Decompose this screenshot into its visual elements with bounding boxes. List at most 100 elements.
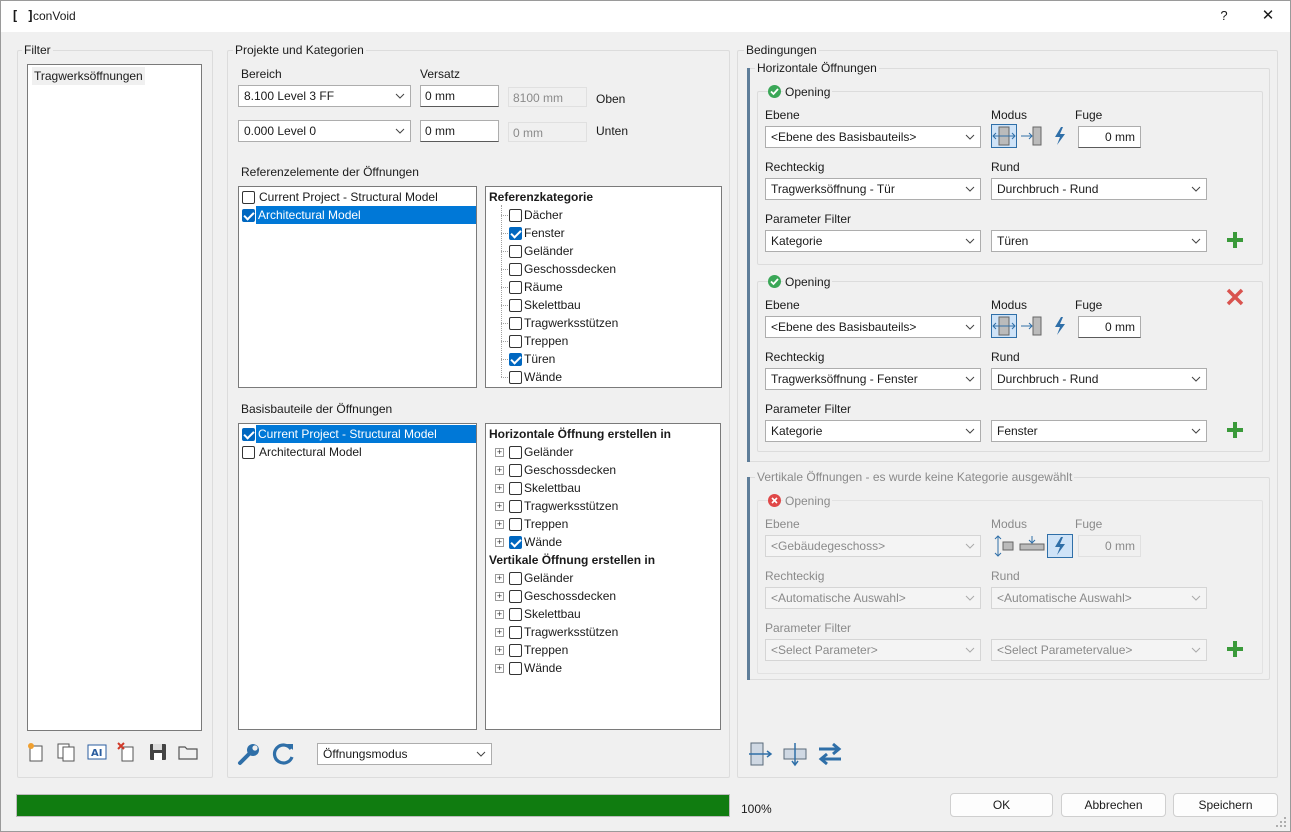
ref-category-checkbox[interactable] [509, 299, 522, 312]
expand-icon[interactable]: + [495, 646, 504, 655]
rechteckig-select[interactable]: Tragwerksöffnung - Tür [765, 178, 981, 200]
base-category-item[interactable]: Skelettbau [524, 605, 581, 623]
top-offset-input[interactable]: 0 mm [420, 85, 499, 107]
rund-select[interactable]: Durchbruch - Rund [991, 178, 1207, 200]
close-button[interactable]: ✕ [1256, 5, 1280, 27]
rename-filter-icon[interactable]: AI [86, 741, 108, 763]
ref-category-checkbox[interactable] [509, 263, 522, 276]
folder-icon[interactable] [177, 741, 199, 763]
base-category-checkbox[interactable] [509, 590, 522, 603]
param-select[interactable]: Kategorie [765, 420, 981, 442]
base-category-item[interactable]: Geschossdecken [524, 587, 616, 605]
base-category-checkbox[interactable] [509, 644, 522, 657]
ref-category-checkbox[interactable] [509, 353, 522, 366]
ref-category-checkbox[interactable] [509, 371, 522, 384]
swap-icon[interactable] [816, 741, 844, 767]
vertical-opening-tool-icon[interactable] [782, 741, 808, 767]
base-category-checkbox[interactable] [509, 464, 522, 477]
base-category-checkbox[interactable] [509, 482, 522, 495]
rechteckig-select[interactable]: Tragwerksöffnung - Fenster [765, 368, 981, 390]
resize-grip-icon[interactable] [1275, 816, 1287, 828]
base-category-checkbox[interactable] [509, 446, 522, 459]
ref-category-checkbox[interactable] [509, 245, 522, 258]
base-category-checkbox[interactable] [509, 662, 522, 675]
base-category-checkbox[interactable] [509, 518, 522, 531]
delete-filter-icon[interactable] [116, 741, 138, 763]
mode-horizontal-icon[interactable] [991, 124, 1017, 148]
fuge-input[interactable]: 0 mm [1078, 126, 1141, 148]
ref-category-item[interactable]: Treppen [524, 332, 568, 350]
mode-auto-icon[interactable] [1047, 534, 1073, 558]
ref-category-item[interactable]: Türen [524, 350, 555, 368]
save-icon[interactable] [147, 741, 169, 763]
ebene-select[interactable]: <Ebene des Basisbauteils> [765, 126, 981, 148]
base-category-item[interactable]: Geländer [524, 443, 573, 461]
base-model-item[interactable]: Architectural Model [257, 443, 364, 461]
ref-model-checkbox-1[interactable] [242, 209, 255, 222]
mode-vertical-icon[interactable] [991, 534, 1017, 558]
wrench-icon[interactable] [236, 741, 262, 767]
ref-models-list[interactable]: Current Project - Structural Model Archi… [238, 186, 477, 388]
base-model-checkbox-0[interactable] [242, 428, 255, 441]
ebene-select[interactable]: <Ebene des Basisbauteils> [765, 316, 981, 338]
ref-category-item[interactable]: Dächer [524, 206, 563, 224]
base-category-checkbox[interactable] [509, 608, 522, 621]
expand-icon[interactable]: + [495, 592, 504, 601]
add-icon[interactable] [1225, 420, 1245, 440]
param-select[interactable]: Kategorie [765, 230, 981, 252]
ref-category-item[interactable]: Tragwerksstützen [524, 314, 618, 332]
mode-side-icon[interactable] [1019, 314, 1045, 338]
expand-icon[interactable]: + [495, 628, 504, 637]
save-button[interactable]: Speichern [1173, 793, 1278, 817]
ok-button[interactable]: OK [950, 793, 1053, 817]
ref-category-checkbox[interactable] [509, 317, 522, 330]
copy-filter-icon[interactable] [55, 741, 77, 763]
base-category-item[interactable]: Treppen [524, 641, 568, 659]
base-category-checkbox[interactable] [509, 500, 522, 513]
base-category-item[interactable]: Geländer [524, 569, 573, 587]
add-icon[interactable] [1225, 230, 1245, 250]
vertical-rechteckig-select[interactable]: <Automatische Auswahl> [765, 587, 981, 609]
mode-horizontal-icon[interactable] [991, 314, 1017, 338]
mode-auto-icon[interactable] [1047, 314, 1073, 338]
base-category-checkbox[interactable] [509, 572, 522, 585]
vertical-ebene-select[interactable]: <Gebäudegeschoss> [765, 535, 981, 557]
expand-icon[interactable]: + [495, 502, 504, 511]
base-category-tree[interactable]: Horizontale Öffnung erstellen in Vertika… [485, 423, 721, 730]
ref-category-item[interactable]: Wände [524, 368, 562, 386]
ref-category-item[interactable]: Skelettbau [524, 296, 581, 314]
opening-mode-select[interactable]: Öffnungsmodus [317, 743, 492, 765]
mode-drop-icon[interactable] [1019, 534, 1045, 558]
expand-icon[interactable]: + [495, 538, 504, 547]
ref-category-checkbox[interactable] [509, 335, 522, 348]
expand-icon[interactable]: + [495, 484, 504, 493]
vertical-fuge-input[interactable]: 0 mm [1078, 535, 1141, 557]
param-value-select[interactable]: Fenster [991, 420, 1207, 442]
base-model-item[interactable]: Current Project - Structural Model [256, 425, 476, 443]
help-button[interactable]: ? [1213, 5, 1235, 27]
ref-category-checkbox[interactable] [509, 209, 522, 222]
ref-category-checkbox[interactable] [509, 227, 522, 240]
ref-category-item[interactable]: Fenster [524, 224, 565, 242]
param-value-select[interactable]: Türen [991, 230, 1207, 252]
filter-item[interactable]: Tragwerksöffnungen [32, 67, 145, 85]
bottom-level-select[interactable]: 0.000 Level 0 [238, 120, 411, 142]
base-model-checkbox-1[interactable] [242, 446, 255, 459]
base-category-checkbox[interactable] [509, 626, 522, 639]
expand-icon[interactable]: + [495, 610, 504, 619]
base-category-item[interactable]: Tragwerksstützen [524, 623, 618, 641]
base-category-item[interactable]: Tragwerksstützen [524, 497, 618, 515]
expand-icon[interactable]: + [495, 448, 504, 457]
filter-list[interactable]: Tragwerksöffnungen [27, 64, 202, 731]
vertical-param-value-select[interactable]: <Select Parametervalue> [991, 639, 1207, 661]
base-category-item[interactable]: Wände [524, 533, 562, 551]
cancel-button[interactable]: Abbrechen [1061, 793, 1166, 817]
base-category-item[interactable]: Geschossdecken [524, 461, 616, 479]
refresh-icon[interactable] [271, 741, 297, 767]
add-icon[interactable] [1225, 639, 1245, 659]
base-category-item[interactable]: Wände [524, 659, 562, 677]
vertical-rund-select[interactable]: <Automatische Auswahl> [991, 587, 1207, 609]
base-models-list[interactable]: Current Project - Structural Model Archi… [238, 423, 477, 730]
ref-model-item[interactable]: Current Project - Structural Model [257, 188, 440, 206]
ref-category-checkbox[interactable] [509, 281, 522, 294]
